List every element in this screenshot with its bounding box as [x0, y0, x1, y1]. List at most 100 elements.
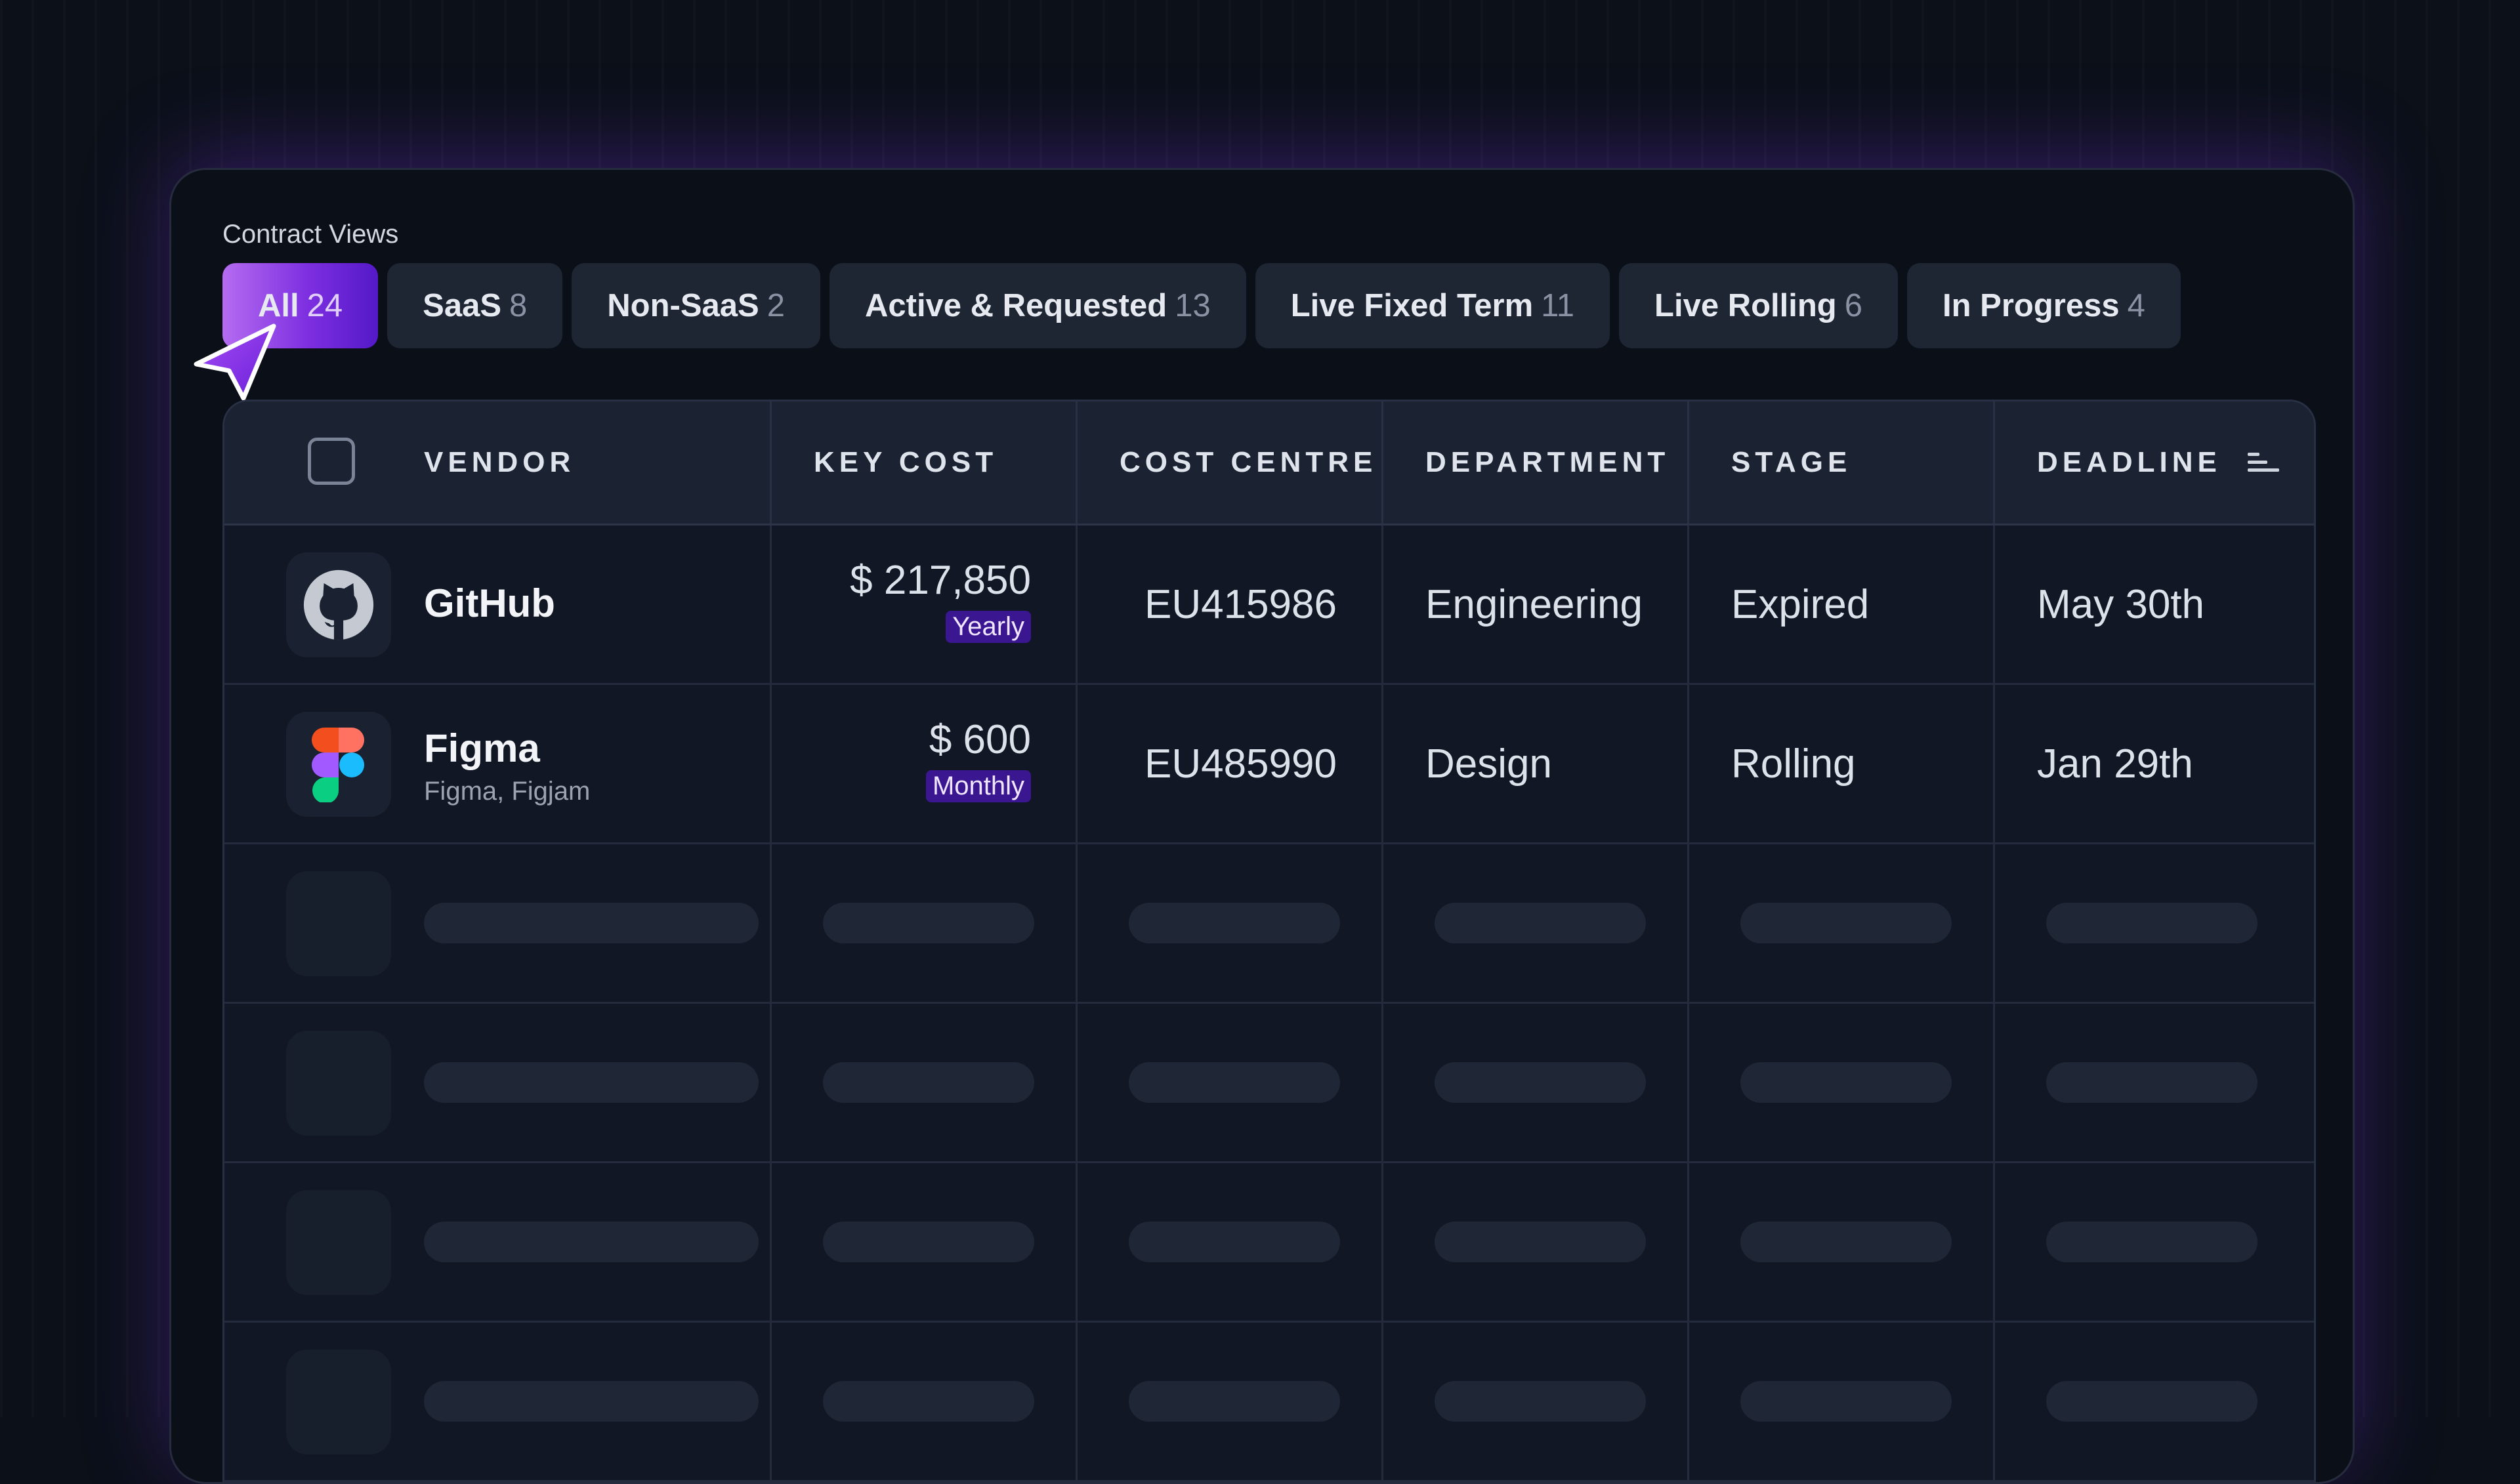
skeleton-cell	[1689, 1323, 1995, 1480]
vendor-products: Figma, Figjam	[424, 777, 591, 806]
github-icon	[286, 552, 391, 657]
skeleton-cell	[1078, 1163, 1383, 1321]
skeleton-row	[224, 1163, 2314, 1323]
skeleton-row	[224, 844, 2314, 1004]
key-cost-cell: $ 217,850 Yearly	[772, 526, 1078, 683]
header-stage: STAGE	[1689, 402, 1995, 524]
skeleton-bar	[1129, 1381, 1340, 1422]
select-all-checkbox[interactable]	[308, 438, 355, 485]
tab-label: Active & Requested	[864, 288, 1167, 323]
skeleton-cell	[772, 844, 1078, 1002]
tab-label: Live Fixed Term	[1290, 288, 1534, 323]
tab-live-fixed-term[interactable]: Live Fixed Term 11	[1255, 263, 1610, 348]
figma-icon	[286, 712, 391, 817]
skeleton-logo	[286, 1031, 391, 1136]
contracts-table: VENDOR KEY COST COST CENTRE DEPARTMENT S…	[222, 400, 2316, 1482]
skeleton-cell	[1689, 1004, 1995, 1161]
contract-views-label: Contract Views	[222, 220, 399, 249]
table-header: VENDOR KEY COST COST CENTRE DEPARTMENT S…	[224, 402, 2314, 526]
skeleton-cell	[1383, 844, 1689, 1002]
skeleton-cell	[772, 1163, 1078, 1321]
tab-count: 13	[1175, 288, 1211, 323]
view-tabs: All 24 SaaS 8 Non-SaaS 2 Active & Requested…	[222, 263, 2181, 348]
table-row[interactable]: Figma Figma, Figjam $ 600 Monthly EU4859…	[224, 685, 2314, 844]
tab-live-rolling[interactable]: Live Rolling 6	[1619, 263, 1898, 348]
column-header[interactable]: DEPARTMENT	[1425, 446, 1670, 479]
skeleton-bar	[424, 1062, 759, 1103]
column-header[interactable]: DEADLINE	[2037, 446, 2221, 479]
tab-non-saas[interactable]: Non-SaaS 2	[572, 263, 820, 348]
tab-active-requested[interactable]: Active & Requested 13	[829, 263, 1246, 348]
skeleton-bar	[1435, 1381, 1646, 1422]
vendor-cell: GitHub	[224, 526, 772, 683]
stage-cell: Expired	[1689, 526, 1995, 683]
stage-value: Rolling	[1731, 741, 1856, 787]
skeleton-row	[224, 1323, 2314, 1482]
skeleton-bar	[823, 903, 1034, 943]
column-header[interactable]: STAGE	[1731, 446, 1851, 479]
skeleton-bar	[1129, 1062, 1340, 1103]
skeleton-cell	[1383, 1323, 1689, 1480]
skeleton-bar	[1129, 1222, 1340, 1262]
tab-label: Non-SaaS	[607, 288, 759, 323]
department-cell: Engineering	[1383, 526, 1689, 683]
vendor-cell: Figma Figma, Figjam	[224, 685, 772, 842]
skeleton-cell	[224, 1323, 772, 1480]
cost-centre-cell: EU485990	[1078, 685, 1383, 842]
skeleton-bar	[1740, 1222, 1952, 1262]
tab-count: 24	[306, 288, 343, 323]
department-value: Design	[1425, 741, 1552, 787]
tab-count: 2	[766, 288, 785, 323]
tab-count: 4	[2127, 288, 2145, 323]
skeleton-bar	[823, 1222, 1034, 1262]
header-cost-centre: COST CENTRE	[1078, 402, 1383, 524]
deadline-cell: May 30th	[1995, 526, 2314, 683]
cost-amount: $ 600	[929, 717, 1031, 762]
header-vendor: VENDOR	[224, 402, 772, 524]
skeleton-bar	[1435, 903, 1646, 943]
skeleton-cell	[1689, 844, 1995, 1002]
tab-label: Live Rolling	[1654, 288, 1837, 323]
column-header[interactable]: KEY COST	[814, 446, 998, 479]
column-header[interactable]: COST CENTRE	[1120, 446, 1377, 479]
skeleton-bar	[823, 1381, 1034, 1422]
skeleton-cell	[224, 1004, 772, 1161]
skeleton-logo	[286, 1190, 391, 1295]
sort-icon[interactable]	[2247, 451, 2280, 474]
billing-period-badge: Monthly	[925, 770, 1031, 802]
skeleton-cell	[772, 1004, 1078, 1161]
deadline-value: Jan 29th	[2037, 741, 2193, 787]
tab-in-progress[interactable]: In Progress 4	[1906, 263, 2181, 348]
cost-centre-value: EU485990	[1144, 741, 1337, 787]
header-department: DEPARTMENT	[1383, 402, 1689, 524]
table-row[interactable]: GitHub $ 217,850 Yearly EU415986 Enginee…	[224, 526, 2314, 685]
cost-centre-cell: EU415986	[1078, 526, 1383, 683]
skeleton-bar	[1740, 903, 1952, 943]
skeleton-bar	[2046, 1222, 2258, 1262]
skeleton-cell	[224, 844, 772, 1002]
tab-count: 11	[1541, 288, 1575, 323]
tab-saas[interactable]: SaaS 8	[387, 263, 563, 348]
vendor-name[interactable]: Figma	[424, 726, 540, 771]
tab-count: 8	[509, 288, 528, 323]
department-value: Engineering	[1425, 581, 1643, 627]
skeleton-bar	[1740, 1381, 1952, 1422]
tab-count: 6	[1844, 288, 1862, 323]
skeleton-bar	[2046, 903, 2258, 943]
skeleton-cell	[1383, 1163, 1689, 1321]
skeleton-cell	[1078, 1323, 1383, 1480]
stage-cell: Rolling	[1689, 685, 1995, 842]
column-header[interactable]: VENDOR	[424, 402, 575, 524]
skeleton-cell	[1995, 1163, 2314, 1321]
vendor-name[interactable]: GitHub	[424, 581, 555, 626]
skeleton-bar	[1129, 903, 1340, 943]
skeleton-bar	[2046, 1381, 2258, 1422]
department-cell: Design	[1383, 685, 1689, 842]
header-deadline: DEADLINE	[1995, 402, 2314, 524]
deadline-cell: Jan 29th	[1995, 685, 2314, 842]
skeleton-cell	[1078, 844, 1383, 1002]
skeleton-cell	[1689, 1163, 1995, 1321]
skeleton-bar	[1435, 1222, 1646, 1262]
pointer-cursor-icon	[194, 323, 276, 401]
skeleton-row	[224, 1004, 2314, 1163]
